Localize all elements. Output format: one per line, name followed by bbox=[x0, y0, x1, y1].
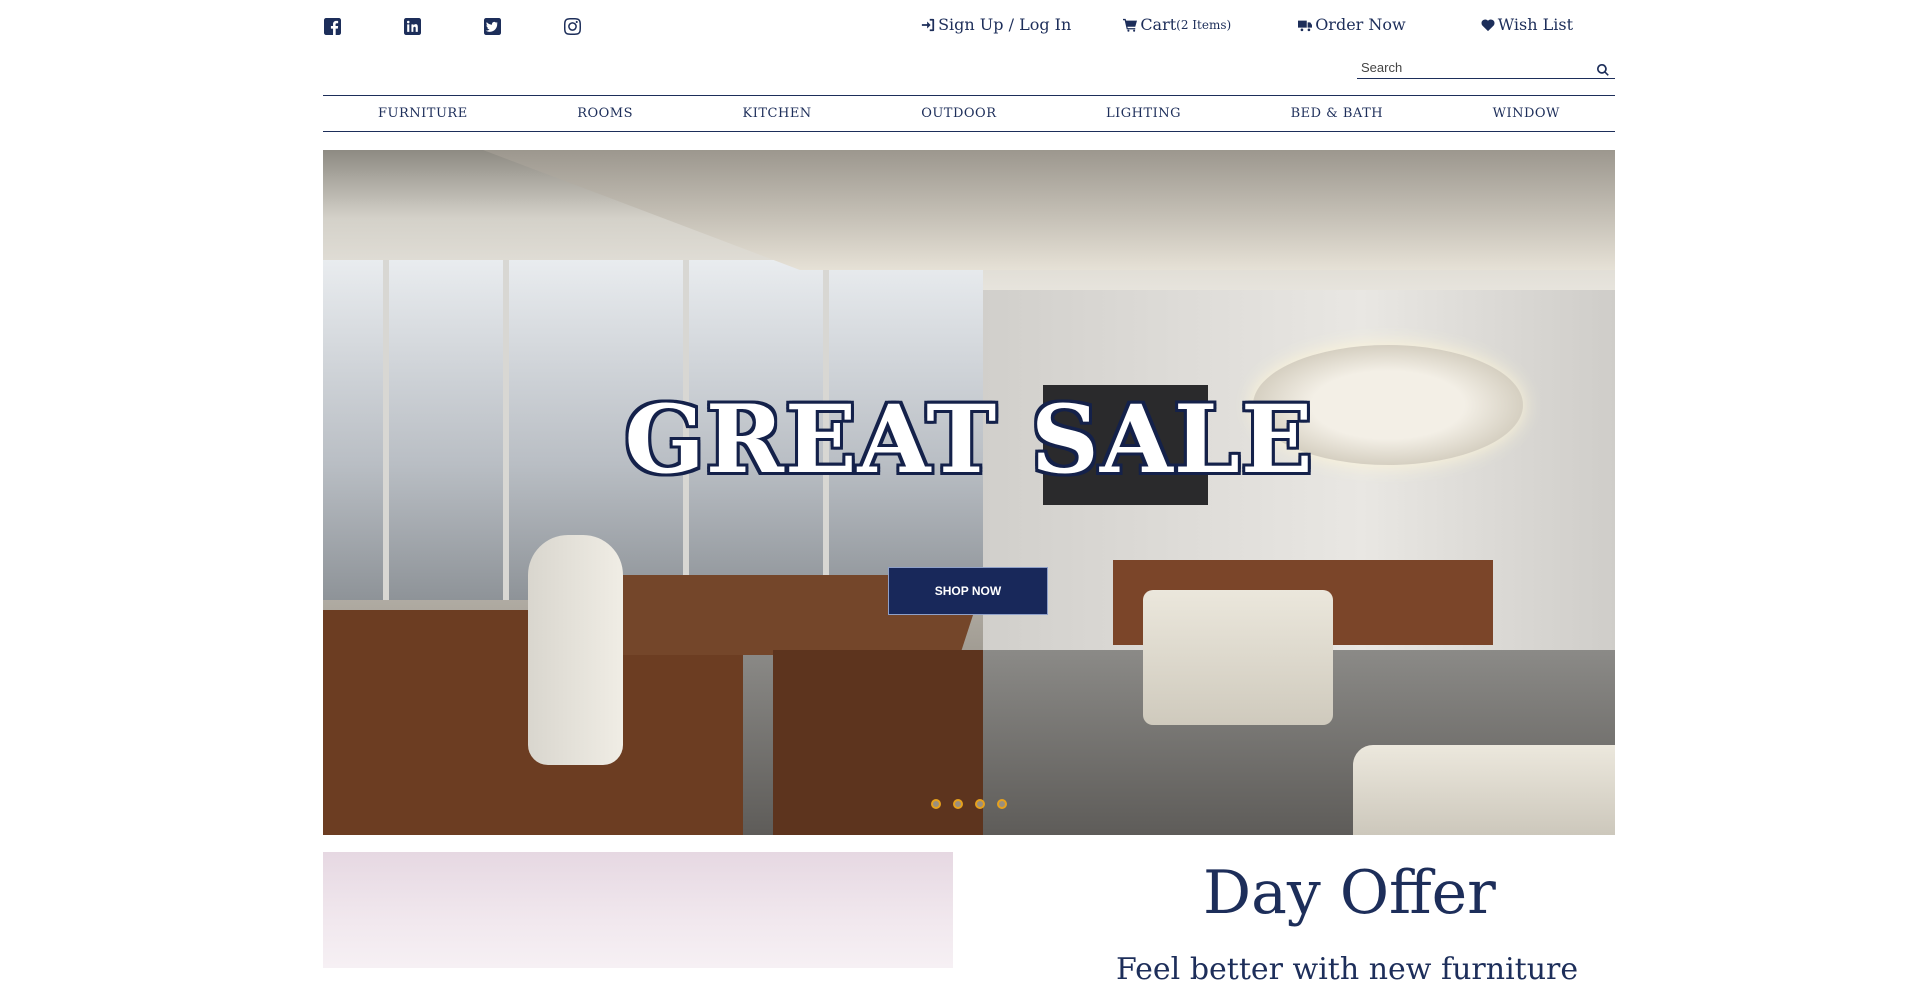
truck-icon bbox=[1298, 20, 1313, 31]
order-now-label: Order Now bbox=[1315, 15, 1406, 34]
carousel-dot-4[interactable] bbox=[997, 799, 1007, 809]
wish-list-label: Wish List bbox=[1497, 15, 1573, 34]
hero-image-armchair bbox=[1143, 590, 1333, 725]
search-box bbox=[1357, 56, 1615, 79]
shop-now-button[interactable]: SHOP NOW bbox=[888, 567, 1048, 615]
account-links: Sign Up / Log In Cart (2 Items) Order Now… bbox=[921, 15, 1615, 34]
day-offer-tagline: Feel better with new furniture bbox=[1116, 952, 1579, 987]
sign-in-icon bbox=[921, 18, 935, 31]
twitter-icon[interactable] bbox=[483, 17, 501, 35]
hero-image-sofa bbox=[1353, 745, 1615, 835]
carousel-dot-2[interactable] bbox=[953, 799, 963, 809]
nav-item-furniture[interactable]: FURNITURE bbox=[378, 106, 468, 121]
instagram-icon[interactable] bbox=[563, 17, 581, 35]
hero-image-ceiling bbox=[483, 150, 1615, 270]
hero-carousel: GREAT SALE SHOP NOW bbox=[323, 150, 1615, 835]
search-input[interactable] bbox=[1357, 59, 1585, 75]
carousel-dots bbox=[323, 799, 1615, 809]
nav-item-lighting[interactable]: LIGHTING bbox=[1106, 106, 1181, 121]
main-nav: FURNITURE ROOMS KITCHEN OUTDOOR LIGHTING… bbox=[323, 95, 1615, 132]
nav-item-window[interactable]: WINDOW bbox=[1493, 106, 1560, 121]
promo-image bbox=[323, 852, 953, 968]
carousel-dot-1[interactable] bbox=[931, 799, 941, 809]
top-bar: Sign Up / Log In Cart (2 Items) Order Now… bbox=[323, 0, 1615, 79]
nav-item-bed-bath[interactable]: BED & BATH bbox=[1291, 106, 1384, 121]
social-links bbox=[323, 17, 581, 35]
nav-item-rooms[interactable]: ROOMS bbox=[577, 106, 633, 121]
cart-link[interactable]: Cart (2 Items) bbox=[1123, 15, 1231, 34]
cart-count: (2 Items) bbox=[1176, 17, 1232, 32]
search-icon[interactable] bbox=[1597, 61, 1609, 76]
nav-item-outdoor[interactable]: OUTDOOR bbox=[921, 106, 996, 121]
carousel-dot-3[interactable] bbox=[975, 799, 985, 809]
order-now-link[interactable]: Order Now bbox=[1298, 15, 1406, 34]
wish-list-link[interactable]: Wish List bbox=[1481, 15, 1573, 34]
hero-image-chair bbox=[528, 535, 623, 765]
cart-label: Cart bbox=[1140, 15, 1177, 34]
sign-in-label: Sign Up / Log In bbox=[938, 15, 1072, 34]
cart-icon bbox=[1123, 18, 1138, 32]
linkedin-icon[interactable] bbox=[403, 17, 421, 35]
day-offer-title: Day Offer bbox=[1203, 858, 1496, 928]
facebook-icon[interactable] bbox=[323, 17, 341, 35]
hero-headline: GREAT SALE bbox=[624, 385, 1314, 495]
sign-in-link[interactable]: Sign Up / Log In bbox=[921, 15, 1071, 34]
nav-item-kitchen[interactable]: KITCHEN bbox=[743, 106, 812, 121]
page-container: Sign Up / Log In Cart (2 Items) Order Now… bbox=[323, 0, 1615, 987]
heart-icon bbox=[1481, 18, 1495, 31]
